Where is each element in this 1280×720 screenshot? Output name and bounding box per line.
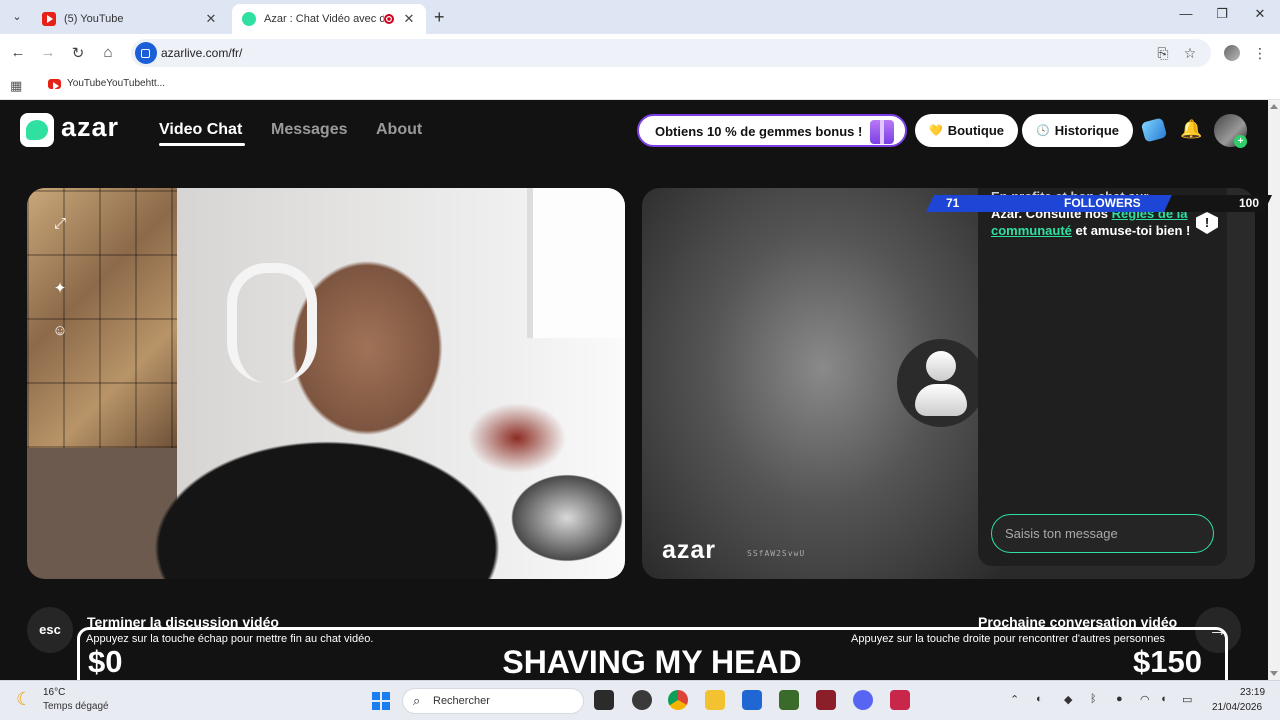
end-chat-button[interactable]: esc <box>27 607 73 653</box>
browser-tabbar: ⌄ (5) YouTube ✕ Azar : Chat Vidéo avec d… <box>0 0 1280 34</box>
close-tab-icon[interactable]: ✕ <box>402 11 416 27</box>
windows-taskbar: ☾ 16°C Temps dégagé ⌕ Rechercher ⌃ ◐ ◆ ᛒ… <box>0 680 1280 720</box>
tray-app-icon[interactable]: ◆ <box>1064 693 1072 706</box>
capcut-icon[interactable] <box>816 690 836 710</box>
file-explorer-icon[interactable] <box>705 690 725 710</box>
install-app-icon[interactable]: ⎘ <box>1154 45 1172 62</box>
address-bar[interactable]: azarlive.com/fr/ <box>131 39 1211 67</box>
volume-icon[interactable]: ◖ <box>1160 693 1167 705</box>
expand-icon[interactable]: ⤢ <box>47 211 73 237</box>
task-view-icon[interactable] <box>594 690 614 710</box>
shop-label: Boutique <box>947 123 1005 138</box>
discord-icon[interactable] <box>853 690 873 710</box>
chat-message-input[interactable] <box>991 514 1214 553</box>
promo-label: Obtiens 10 % de gemmes bonus ! <box>655 124 863 139</box>
gift-icon <box>870 120 894 144</box>
azar-watermark: azar <box>662 536 717 564</box>
anonymous-avatar-icon <box>897 339 985 427</box>
app-icon[interactable] <box>632 690 652 710</box>
forward-button[interactable]: → <box>39 44 57 61</box>
clock-date[interactable]: 21/04/2026 <box>1212 702 1262 713</box>
tab-title: Azar : Chat Vidéo avec de n <box>264 13 384 25</box>
room-window <box>527 188 625 338</box>
recording-icon <box>384 14 394 24</box>
menu-kebab-icon[interactable]: ⋮ <box>1251 45 1269 62</box>
site-info-icon[interactable] <box>135 42 157 64</box>
avatar-online-badge: + <box>1234 135 1247 148</box>
search-label: Rechercher <box>433 695 490 707</box>
app-icon[interactable] <box>890 690 910 710</box>
azar-page: azar Video Chat Messages About Obtiens 1… <box>0 100 1268 680</box>
back-button[interactable]: ← <box>9 44 27 61</box>
taskbar-search[interactable]: ⌕ Rechercher <box>402 688 584 714</box>
clock-icon: 🕓 <box>1036 125 1050 137</box>
minimize-button[interactable]: — <box>1176 6 1196 21</box>
azar-logo-icon[interactable] <box>20 113 54 147</box>
youtube-favicon-icon <box>42 12 56 26</box>
chat-panel: En profite et bon chat sur Azar. Consult… <box>978 188 1227 566</box>
bluetooth-icon[interactable]: ᛒ <box>1090 693 1097 705</box>
donation-goal-title: SHAVING MY HEAD <box>502 644 802 680</box>
local-video-feed: ⤢ ✦ ☺ <box>27 188 625 579</box>
followers-label: FOLLOWERS <box>1064 196 1141 210</box>
tray-app-icon[interactable]: ◐ <box>1036 693 1043 705</box>
close-window-button[interactable]: ✕ <box>1250 6 1270 22</box>
store-icon[interactable] <box>742 690 762 710</box>
face-filter-icon[interactable]: ☺ <box>47 318 73 344</box>
active-nav-underline <box>159 143 245 146</box>
microphone-icon[interactable]: ● <box>1116 693 1123 705</box>
youtube-favicon-icon <box>48 78 61 90</box>
followers-current: 71 <box>946 196 960 210</box>
close-tab-icon[interactable]: ✕ <box>204 11 218 27</box>
new-tab-button[interactable]: + <box>434 7 445 28</box>
gem-icon: 💛 <box>929 125 943 137</box>
history-button[interactable]: 🕓 Historique <box>1022 114 1133 147</box>
battery-icon[interactable]: ▭ <box>1182 693 1192 706</box>
magic-wand-icon[interactable]: ✦ <box>47 276 73 302</box>
followers-goal: 100 <box>1239 196 1260 210</box>
nav-video-chat[interactable]: Video Chat <box>159 121 242 139</box>
weather-description[interactable]: Temps dégagé <box>43 701 109 712</box>
tab-azar[interactable]: Azar : Chat Vidéo avec de n ✕ <box>232 4 426 34</box>
donation-target: $150 <box>1133 644 1202 679</box>
azar-logo-text[interactable]: azar <box>61 112 119 143</box>
bookmark-youtube[interactable]: YouTubeYouTubehtt... <box>48 78 166 90</box>
home-button[interactable]: ⌂ <box>99 44 117 61</box>
nav-about[interactable]: About <box>376 121 422 139</box>
moon-weather-icon[interactable]: ☾ <box>16 689 32 710</box>
donation-current: $0 <box>88 644 123 679</box>
search-icon: ⌕ <box>413 693 421 708</box>
browser-profile-avatar[interactable] <box>1224 45 1240 61</box>
history-label: Historique <box>1054 123 1119 138</box>
tab-search-button[interactable]: ⌄ <box>8 8 26 26</box>
gems-wallet-icon[interactable] <box>1140 117 1168 143</box>
apps-grid-icon[interactable]: ▦ <box>10 78 22 94</box>
windows-start-icon[interactable] <box>372 692 390 710</box>
restore-button[interactable]: ❐ <box>1212 6 1232 22</box>
game-icon[interactable] <box>779 690 799 710</box>
wifi-icon[interactable]: ◠ <box>1140 693 1150 706</box>
browser-toolbar: ← → ↻ ⌂ azarlive.com/fr/ ⎘ ☆ ⋮ <box>0 34 1280 72</box>
tray-overflow-icon[interactable]: ⌃ <box>1010 693 1019 706</box>
tab-youtube[interactable]: (5) YouTube ✕ <box>32 4 228 34</box>
bookmark-label: YouTubeYouTubehtt... <box>67 78 166 89</box>
gem-bonus-promo-button[interactable]: Obtiens 10 % de gemmes bonus ! <box>637 114 907 147</box>
bookmarks-bar: ▦ YouTubeYouTubehtt... <box>0 72 1280 100</box>
notice-text-end: et amuse-toi bien ! <box>1071 223 1191 238</box>
followers-goal-overlay: 71 FOLLOWERS 100 <box>926 195 1280 212</box>
page-scrollbar[interactable] <box>1268 100 1280 680</box>
shop-button[interactable]: 💛 Boutique <box>915 114 1019 147</box>
room-id: SSfAW2SvwU <box>747 549 806 558</box>
bookmark-star-icon[interactable]: ☆ <box>1181 45 1199 62</box>
nav-messages[interactable]: Messages <box>271 121 348 139</box>
reload-button[interactable]: ↻ <box>69 44 87 62</box>
headset <box>227 263 317 383</box>
notifications-bell-icon[interactable]: 🔔 <box>1180 119 1202 140</box>
url-text: azarlive.com/fr/ <box>161 46 243 60</box>
chrome-icon[interactable] <box>668 690 688 710</box>
clock-time[interactable]: 23:19 <box>1240 687 1265 698</box>
tab-title: (5) YouTube <box>64 13 124 25</box>
azar-favicon-icon <box>242 12 256 26</box>
weather-temperature[interactable]: 16°C <box>43 687 65 698</box>
